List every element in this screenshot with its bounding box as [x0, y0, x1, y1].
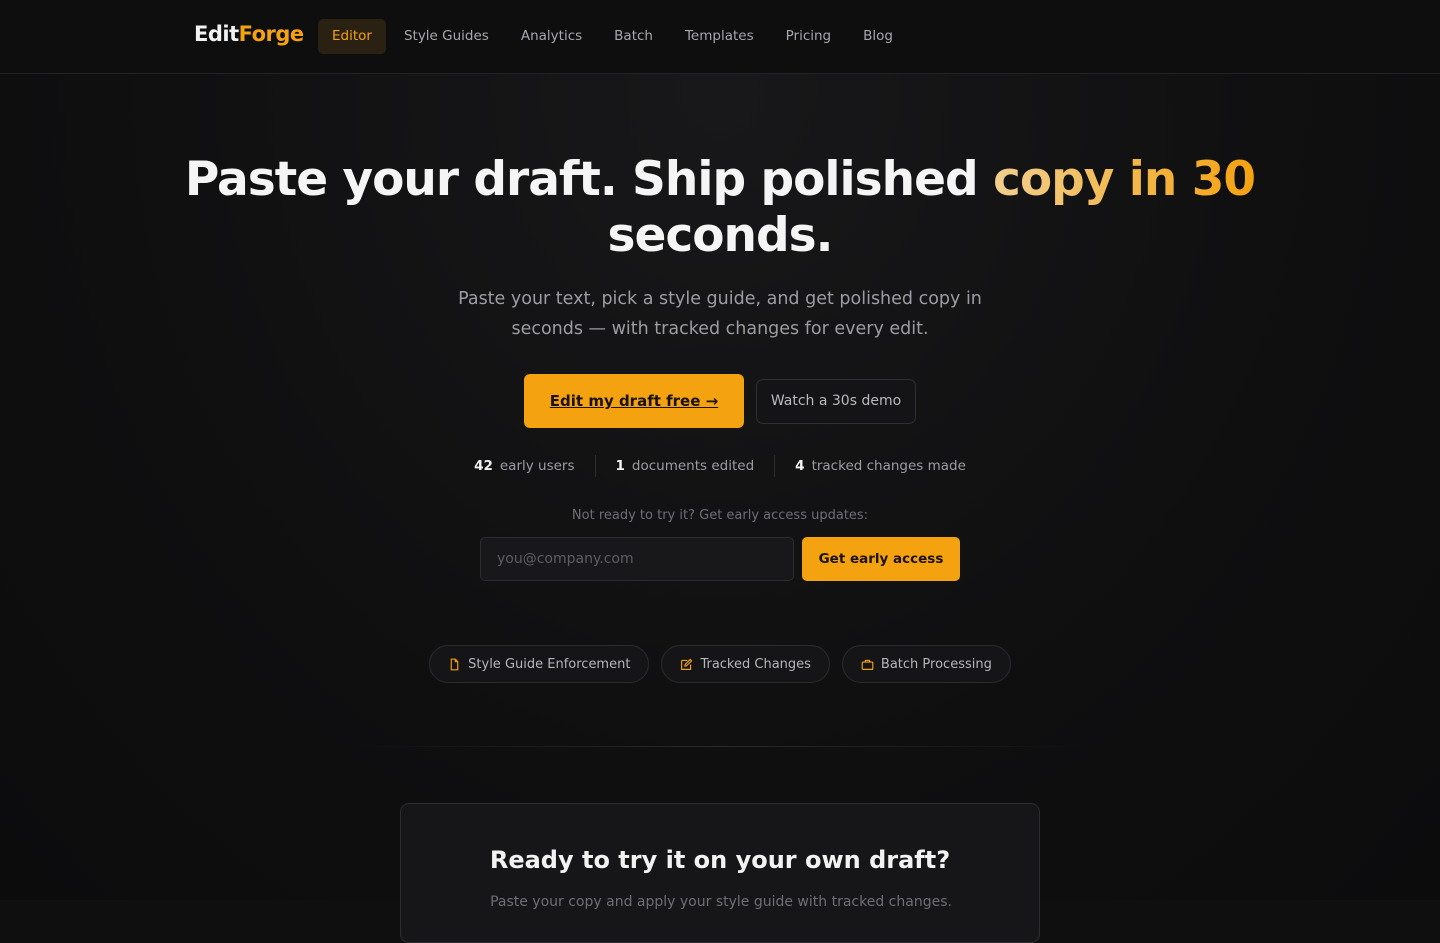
stat-label: documents edited [631, 458, 755, 474]
hero-title-highlight: copy in 30 [992, 152, 1256, 207]
early-access-prompt: Not ready to try it? Get early access up… [571, 508, 869, 523]
feature-pills: Style Guide Enforcement Tracked Changes … [0, 645, 1440, 683]
feature-pill-style-guide[interactable]: Style Guide Enforcement [429, 645, 650, 683]
nav-item-pricing[interactable]: Pricing [772, 19, 846, 54]
section-divider [350, 746, 1090, 747]
nav-item-style-guides[interactable]: Style Guides [390, 19, 503, 54]
get-early-access-button[interactable]: Get early access [802, 537, 960, 581]
document-icon [450, 658, 459, 670]
feature-pill-label: Batch Processing [880, 656, 992, 672]
feature-pill-label: Style Guide Enforcement [468, 656, 631, 672]
nav-item-blog[interactable]: Blog [849, 19, 907, 54]
hero-title-end: seconds. [607, 208, 834, 263]
stat-changes: 4 tracked changes made [774, 455, 986, 477]
stat-documents: 1 documents edited [594, 455, 775, 477]
nav-item-batch[interactable]: Batch [600, 19, 667, 54]
cta-title: Ready to try it on your own draft? [489, 846, 951, 874]
cta-text: Paste your copy and apply your style gui… [490, 894, 952, 910]
watch-demo-button[interactable]: Watch a 30s demo [756, 379, 916, 424]
main-nav: Editor Style Guides Analytics Batch Temp… [318, 19, 911, 54]
stat-value: 1 [615, 458, 625, 474]
stat-value: 4 [795, 458, 805, 474]
nav-item-editor[interactable]: Editor [318, 19, 386, 54]
stat-value: 42 [474, 458, 493, 474]
stat-label: tracked changes made [811, 458, 966, 474]
edit-icon [681, 658, 693, 670]
brand-logo-part2: Forge [238, 22, 305, 46]
brand-logo-part1: Edit [194, 22, 239, 46]
cta-card: Ready to try it on your own draft? Paste… [400, 803, 1040, 943]
hero-title: Paste your draft. Ship polished copy in … [0, 152, 1440, 264]
stat-users: 42 early users [454, 455, 594, 477]
feature-pill-tracked-changes[interactable]: Tracked Changes [661, 645, 830, 683]
edit-draft-button[interactable]: Edit my draft free → [524, 374, 744, 428]
brand-logo[interactable]: EditForge [194, 22, 304, 46]
hero-title-main: Paste your draft. Ship polished [184, 152, 993, 207]
email-input[interactable] [480, 537, 794, 581]
nav-item-templates[interactable]: Templates [671, 19, 768, 54]
nav-item-analytics[interactable]: Analytics [507, 19, 596, 54]
stats-bar: 42 early users 1 documents edited 4 trac… [0, 455, 1440, 477]
feature-pill-batch[interactable]: Batch Processing [841, 645, 1011, 683]
stat-label: early users [499, 458, 575, 474]
briefcase-icon [861, 659, 874, 670]
feature-pill-label: Tracked Changes [700, 656, 811, 672]
top-navbar: EditForge Editor Style Guides Analytics … [0, 0, 1440, 74]
hero-subtitle: Paste your text, pick a style guide, and… [458, 289, 982, 339]
